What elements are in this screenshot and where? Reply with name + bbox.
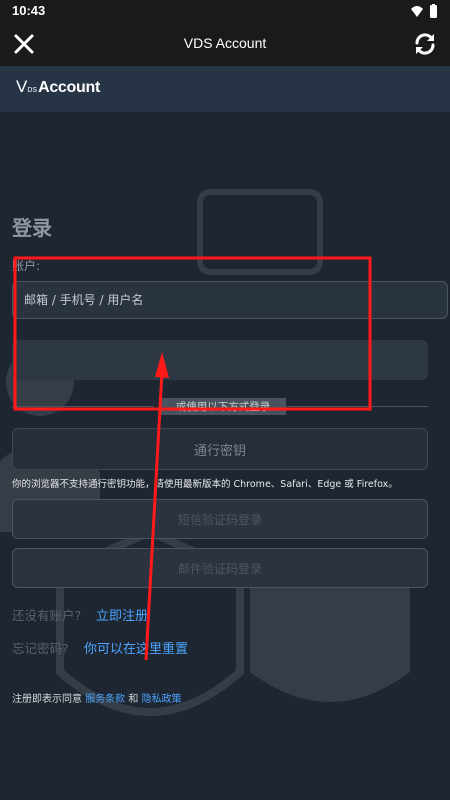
email-code-login-button[interactable]: 邮件验证码登录: [12, 548, 428, 588]
account-label: 账户:: [12, 259, 41, 273]
sms-code-login-button[interactable]: 短信验证码登录: [12, 499, 428, 539]
terms-of-service-link[interactable]: 服务条款: [85, 694, 125, 705]
brand-bar: VDSAccount: [0, 66, 450, 112]
reset-password-link[interactable]: 你可以在这里重置: [84, 638, 188, 657]
no-account-text: 还没有账户?: [12, 608, 82, 623]
login-panel: 登录 账户: 或使用以下方式登录 通行密钥 你的浏览器不支持通行密钥功能，请使用…: [0, 112, 450, 800]
passkey-unsupported-note: 你的浏览器不支持通行密钥功能，请使用最新版本的 Chrome、Safari、Ed…: [12, 479, 398, 490]
login-heading: 登录: [12, 216, 52, 240]
refresh-icon[interactable]: [410, 29, 440, 59]
terms-and: 和: [128, 694, 139, 705]
register-link[interactable]: 立即注册: [96, 605, 148, 624]
status-bar: 10:43: [0, 0, 450, 24]
page-title: VDS Account: [183, 35, 267, 51]
privacy-policy-link[interactable]: 隐私政策: [142, 694, 182, 705]
forgot-password-text: 忘记密码?: [12, 641, 69, 656]
terms-line: 注册即表示同意 服务条款 和 隐私政策: [12, 690, 182, 705]
wifi-icon: [411, 6, 423, 17]
terms-prefix: 注册即表示同意: [12, 694, 82, 705]
battery-icon: [430, 5, 437, 18]
account-input[interactable]: [12, 281, 448, 319]
vds-account-logo: VDSAccount: [16, 77, 100, 96]
alt-login-divider-text: 或使用以下方式登录: [160, 398, 286, 415]
next-button[interactable]: [12, 340, 428, 380]
status-icons: [411, 4, 437, 18]
passkey-button[interactable]: 通行密钥: [12, 428, 428, 470]
divider-left: [12, 406, 154, 407]
status-time: 10:43: [12, 3, 46, 18]
title-bar: VDS Account: [0, 24, 450, 66]
divider-right: [286, 406, 428, 407]
